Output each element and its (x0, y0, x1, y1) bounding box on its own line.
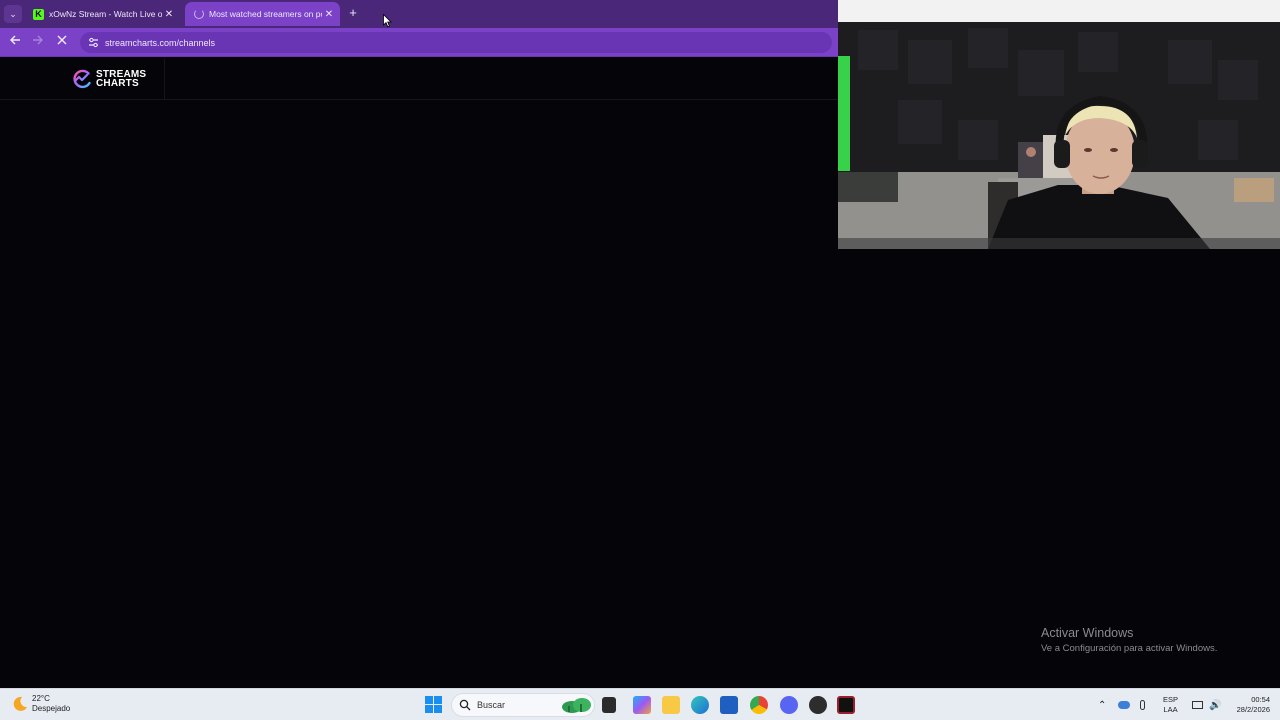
web-page: STREAMS CHARTS (0, 58, 838, 688)
site-settings-icon[interactable] (87, 37, 99, 49)
system-tray: ⌃ (1098, 689, 1146, 720)
tab-title: xOwNz Stream - Watch Live on Kick (49, 9, 162, 19)
mouse-cursor-icon (383, 14, 392, 28)
copilot-icon[interactable] (633, 696, 651, 714)
logo-text: STREAMS CHARTS (96, 70, 146, 89)
browser-tab-strip: ⌄ K xOwNz Stream - Watch Live on Kick ✕ … (0, 0, 838, 28)
chevron-up-icon[interactable]: ⌃ (1098, 700, 1106, 711)
keyboard-layout: LAA (1163, 705, 1178, 714)
app-icon[interactable] (809, 696, 827, 714)
store-icon[interactable] (720, 696, 738, 714)
windows-logo-icon (425, 696, 433, 704)
clock-time: 00:54 (1251, 695, 1270, 704)
forward-button[interactable] (30, 34, 46, 50)
search-highlight-icon (562, 698, 591, 713)
clock-date: 28/2/2026 (1236, 705, 1270, 714)
tab-kick-stream[interactable]: K xOwNz Stream - Watch Live on Kick ✕ (25, 2, 180, 26)
header-divider (164, 58, 165, 100)
taskbar-search[interactable]: Buscar (451, 693, 595, 717)
kick-logo-icon: K (33, 8, 44, 20)
language-code: ESP (1163, 695, 1179, 704)
search-placeholder: Buscar (477, 700, 506, 710)
speaker-icon: 🔊 (1209, 699, 1222, 711)
streamscharts-logo[interactable]: STREAMS CHARTS (71, 68, 146, 90)
activation-title: Activar Windows (1041, 626, 1134, 640)
streamscharts-logo-icon (73, 69, 91, 89)
logo-line-2: CHARTS (96, 78, 139, 89)
tab-title: Most watched streamers on popular platfo… (209, 9, 322, 19)
weather-widget[interactable]: 22°C Despejado (12, 694, 70, 714)
weather-description: Despejado (32, 704, 71, 713)
url-text: streamcharts.com/channels (105, 37, 216, 48)
arrow-right-icon (33, 35, 43, 45)
onedrive-icon[interactable] (1118, 701, 1131, 709)
input-language[interactable]: ESP LAA (1163, 695, 1178, 715)
stop-loading-button[interactable] (54, 34, 70, 50)
tab-search-button[interactable]: ⌄ (4, 5, 22, 23)
discord-icon[interactable] (780, 696, 798, 714)
windows-taskbar: 22°C Despejado Buscar ⌃ ESP LAA 🔊 00:54 … (0, 688, 1280, 720)
file-explorer-icon[interactable] (602, 697, 616, 713)
close-icon[interactable]: ✕ (162, 9, 176, 20)
new-tab-button[interactable]: + (345, 5, 361, 21)
folder-icon[interactable] (662, 696, 680, 714)
address-bar[interactable]: streamcharts.com/channels (80, 32, 832, 53)
tab-streamcharts[interactable]: Most watched streamers on popular platfo… (185, 2, 340, 26)
webcam-overlay (838, 0, 1280, 249)
arrow-left-icon (10, 35, 20, 45)
edge-icon[interactable] (691, 696, 709, 714)
chrome-icon[interactable] (750, 696, 768, 714)
loading-spinner-icon (193, 9, 204, 20)
moon-icon (13, 696, 27, 711)
microphone-icon[interactable] (1140, 700, 1146, 710)
browser-toolbar: streamcharts.com/channels (0, 28, 838, 57)
monitor-icon (1192, 701, 1203, 709)
search-icon (459, 699, 471, 711)
chevron-down-icon: ⌄ (9, 8, 17, 19)
back-button[interactable] (7, 34, 23, 50)
activation-subtitle: Ve a Configuración para activar Windows. (1041, 643, 1218, 654)
close-icon (57, 35, 67, 45)
system-clock[interactable]: 00:54 28/2/2026 (1224, 695, 1270, 715)
start-button[interactable] (425, 696, 442, 713)
weather-temperature: 22°C (32, 694, 50, 703)
close-icon[interactable]: ✕ (322, 9, 336, 20)
webcam-video-feed (838, 0, 1280, 249)
windows-activation-watermark: Activar Windows Ve a Configuración para … (1041, 626, 1217, 654)
screen: ⌄ K xOwNz Stream - Watch Live on Kick ✕ … (0, 0, 1280, 720)
quick-settings[interactable]: 🔊 (1192, 689, 1221, 720)
epic-games-icon[interactable] (837, 696, 855, 714)
site-header: STREAMS CHARTS (0, 58, 838, 100)
